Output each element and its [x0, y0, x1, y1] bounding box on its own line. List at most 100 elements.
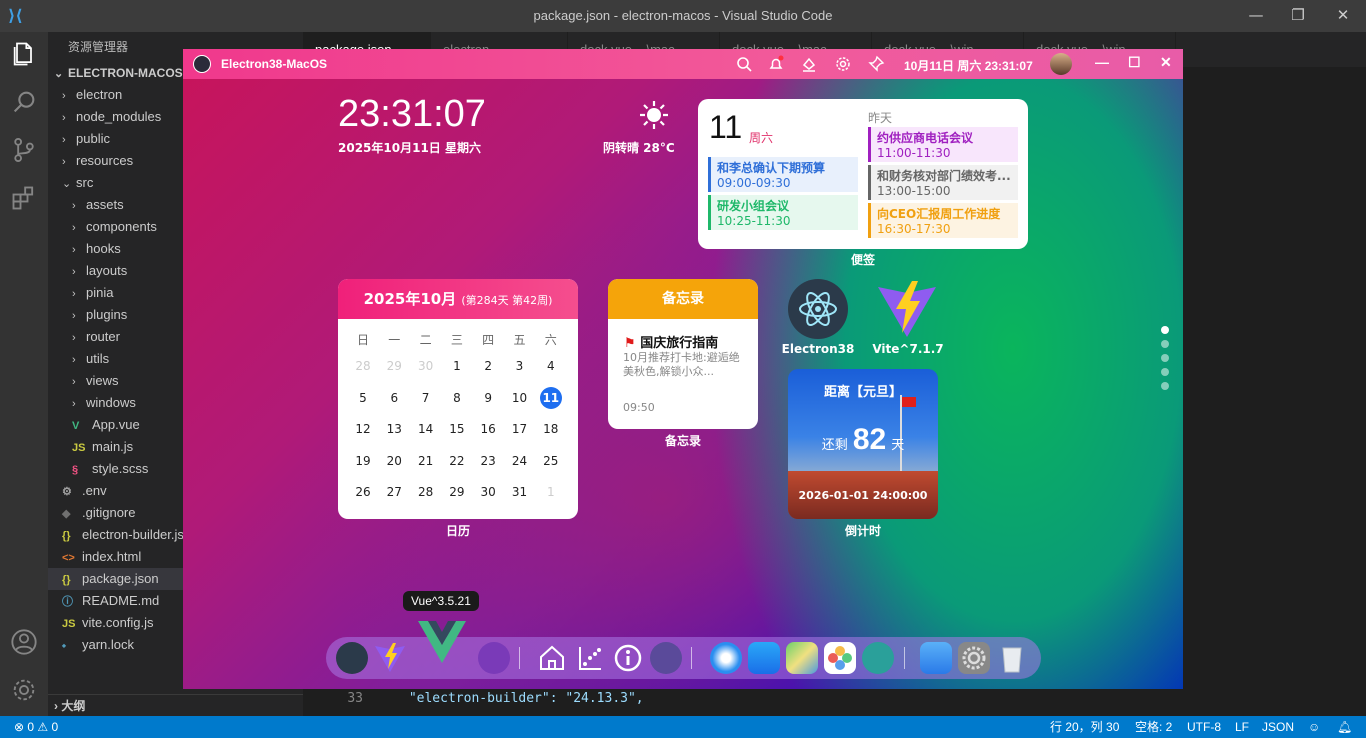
- dock-vue-icon[interactable]: [418, 621, 466, 665]
- calendar-day[interactable]: 5: [348, 387, 378, 409]
- dock-trash-icon[interactable]: [996, 642, 1028, 674]
- notes-weekday: 周六: [749, 131, 774, 145]
- language-mode[interactable]: JSON: [1262, 716, 1294, 738]
- pin-icon[interactable]: [867, 55, 885, 73]
- search-icon[interactable]: [735, 55, 753, 73]
- calendar-day[interactable]: 30: [473, 481, 503, 503]
- calendar-day[interactable]: 10: [505, 387, 535, 409]
- dock-info-icon[interactable]: [612, 642, 644, 674]
- page-dot[interactable]: [1161, 354, 1169, 362]
- source-control-icon[interactable]: [10, 136, 38, 164]
- explorer-icon[interactable]: [10, 40, 38, 68]
- calendar-day[interactable]: 17: [505, 418, 535, 440]
- calendar-day[interactable]: 19: [348, 450, 378, 472]
- vite-app-icon[interactable]: [876, 279, 938, 341]
- page-dot[interactable]: [1161, 368, 1169, 376]
- calendar-day[interactable]: 18: [536, 418, 566, 440]
- calendar-day[interactable]: 15: [442, 418, 472, 440]
- eol[interactable]: LF: [1235, 716, 1249, 738]
- calendar-day[interactable]: 16: [473, 418, 503, 440]
- calendar-widget[interactable]: 2025年10月 (第284天 第42周) 日一二三四五六 28 29 30 1 2 3 4 5…: [338, 279, 578, 519]
- outline-section[interactable]: › 大纲: [48, 694, 303, 716]
- calendar-day[interactable]: 29: [379, 355, 409, 377]
- dock-safari-icon[interactable]: [710, 642, 742, 674]
- calendar-day[interactable]: 12: [348, 418, 378, 440]
- calendar-day[interactable]: 26: [348, 481, 378, 503]
- calendar-day[interactable]: 1: [442, 355, 472, 377]
- dock-appstore-icon[interactable]: [748, 642, 780, 674]
- indentation[interactable]: 空格: 2: [1135, 716, 1172, 738]
- calendar-day[interactable]: 28: [348, 355, 378, 377]
- calendar-day[interactable]: 11: [539, 386, 562, 409]
- calendar-day[interactable]: 30: [411, 355, 441, 377]
- calendar-day[interactable]: 4: [536, 355, 566, 377]
- cursor-position[interactable]: 行 20，列 30: [1050, 716, 1119, 738]
- calendar-day[interactable]: 1: [536, 481, 566, 503]
- calendar-day[interactable]: 27: [379, 481, 409, 503]
- minimize-icon[interactable]: —: [1095, 54, 1109, 70]
- dock-launcher-icon[interactable]: [862, 642, 894, 674]
- notes-widget[interactable]: 11 周六 昨天 和李总确认下期预算 09:00-09:30 研发小组会议 10:25…: [698, 99, 1028, 249]
- minimize-icon[interactable]: —: [1246, 6, 1266, 26]
- calendar-day[interactable]: 23: [473, 450, 503, 472]
- countdown-widget[interactable]: 距离【元旦】 还剩 82 天 2026-01-01 24:00:00: [788, 369, 938, 519]
- tree-item-label: plugins: [86, 307, 128, 322]
- page-dot-active[interactable]: [1161, 326, 1169, 334]
- problems-indicator[interactable]: ⊗ 0 ⚠ 0: [14, 716, 58, 738]
- calendar-day[interactable]: 29: [442, 481, 472, 503]
- calendar-day[interactable]: 7: [411, 387, 441, 409]
- memo-widget[interactable]: 备忘录 ⚑ 国庆旅行指南 10月推荐打卡地:避逅绝美秋色,解锁小众... 09:…: [608, 279, 758, 429]
- theme-paint-icon[interactable]: [800, 55, 818, 73]
- calendar-day[interactable]: 28: [411, 481, 441, 503]
- file-type-icon: V: [72, 420, 80, 432]
- calendar-day[interactable]: 9: [473, 387, 503, 409]
- dock-settings-icon[interactable]: [958, 642, 990, 674]
- account-icon[interactable]: [10, 628, 38, 656]
- note-item[interactable]: 研发小组会议 10:25-11:30: [708, 195, 858, 230]
- electron-app-icon[interactable]: [788, 279, 848, 339]
- calendar-day[interactable]: 3: [505, 355, 535, 377]
- bell-icon[interactable]: [767, 55, 785, 73]
- avatar[interactable]: [1050, 53, 1072, 75]
- page-dot[interactable]: [1161, 340, 1169, 348]
- settings-icon[interactable]: [834, 55, 852, 73]
- calendar-day[interactable]: 21: [411, 450, 441, 472]
- dock-chart-icon[interactable]: [574, 642, 606, 674]
- file-type-icon: {}: [62, 530, 71, 542]
- calendar-day[interactable]: 22: [442, 450, 472, 472]
- dock-electron-icon[interactable]: [336, 642, 368, 674]
- dock-vite-icon[interactable]: [374, 642, 406, 674]
- calendar-day[interactable]: 31: [505, 481, 535, 503]
- calendar-day[interactable]: 6: [379, 387, 409, 409]
- calendar-day[interactable]: 14: [411, 418, 441, 440]
- close-icon[interactable]: ✕: [1333, 6, 1353, 26]
- dock-home-icon[interactable]: [536, 642, 568, 674]
- notifications-icon[interactable]: 🔔︎: [1337, 716, 1352, 738]
- maximize-icon[interactable]: ☐: [1128, 54, 1141, 71]
- tree-item-label: electron-builder.js: [82, 527, 184, 542]
- calendar-day[interactable]: 24: [505, 450, 535, 472]
- encoding[interactable]: UTF-8: [1187, 716, 1221, 738]
- close-icon[interactable]: ✕: [1160, 54, 1172, 71]
- search-icon[interactable]: [10, 88, 38, 116]
- dock-widgets-icon[interactable]: [650, 642, 682, 674]
- note-item[interactable]: 向CEO汇报周工作进度 16:30-17:30: [868, 203, 1018, 238]
- note-item[interactable]: 和财务核对部门绩效考... 13:00-15:00: [868, 165, 1018, 200]
- feedback-icon[interactable]: ☺: [1308, 716, 1320, 738]
- calendar-day[interactable]: 13: [379, 418, 409, 440]
- calendar-day[interactable]: 2: [473, 355, 503, 377]
- dock-photos-icon[interactable]: [824, 642, 856, 674]
- dock-maps-icon[interactable]: [786, 642, 818, 674]
- note-item[interactable]: 约供应商电话会议 11:00-11:30: [868, 127, 1018, 162]
- dock-app-icon[interactable]: [478, 642, 510, 674]
- restore-icon[interactable]: ❐: [1288, 6, 1308, 26]
- calendar-day[interactable]: 25: [536, 450, 566, 472]
- calendar-day[interactable]: 20: [379, 450, 409, 472]
- note-item[interactable]: 和李总确认下期预算 09:00-09:30: [708, 157, 858, 192]
- page-dot[interactable]: [1161, 382, 1169, 390]
- calendar-weekday: 四: [482, 333, 495, 347]
- dock-mail-icon[interactable]: [920, 642, 952, 674]
- extensions-icon[interactable]: [10, 184, 38, 212]
- settings-gear-icon[interactable]: [10, 676, 38, 704]
- calendar-day[interactable]: 8: [442, 387, 472, 409]
